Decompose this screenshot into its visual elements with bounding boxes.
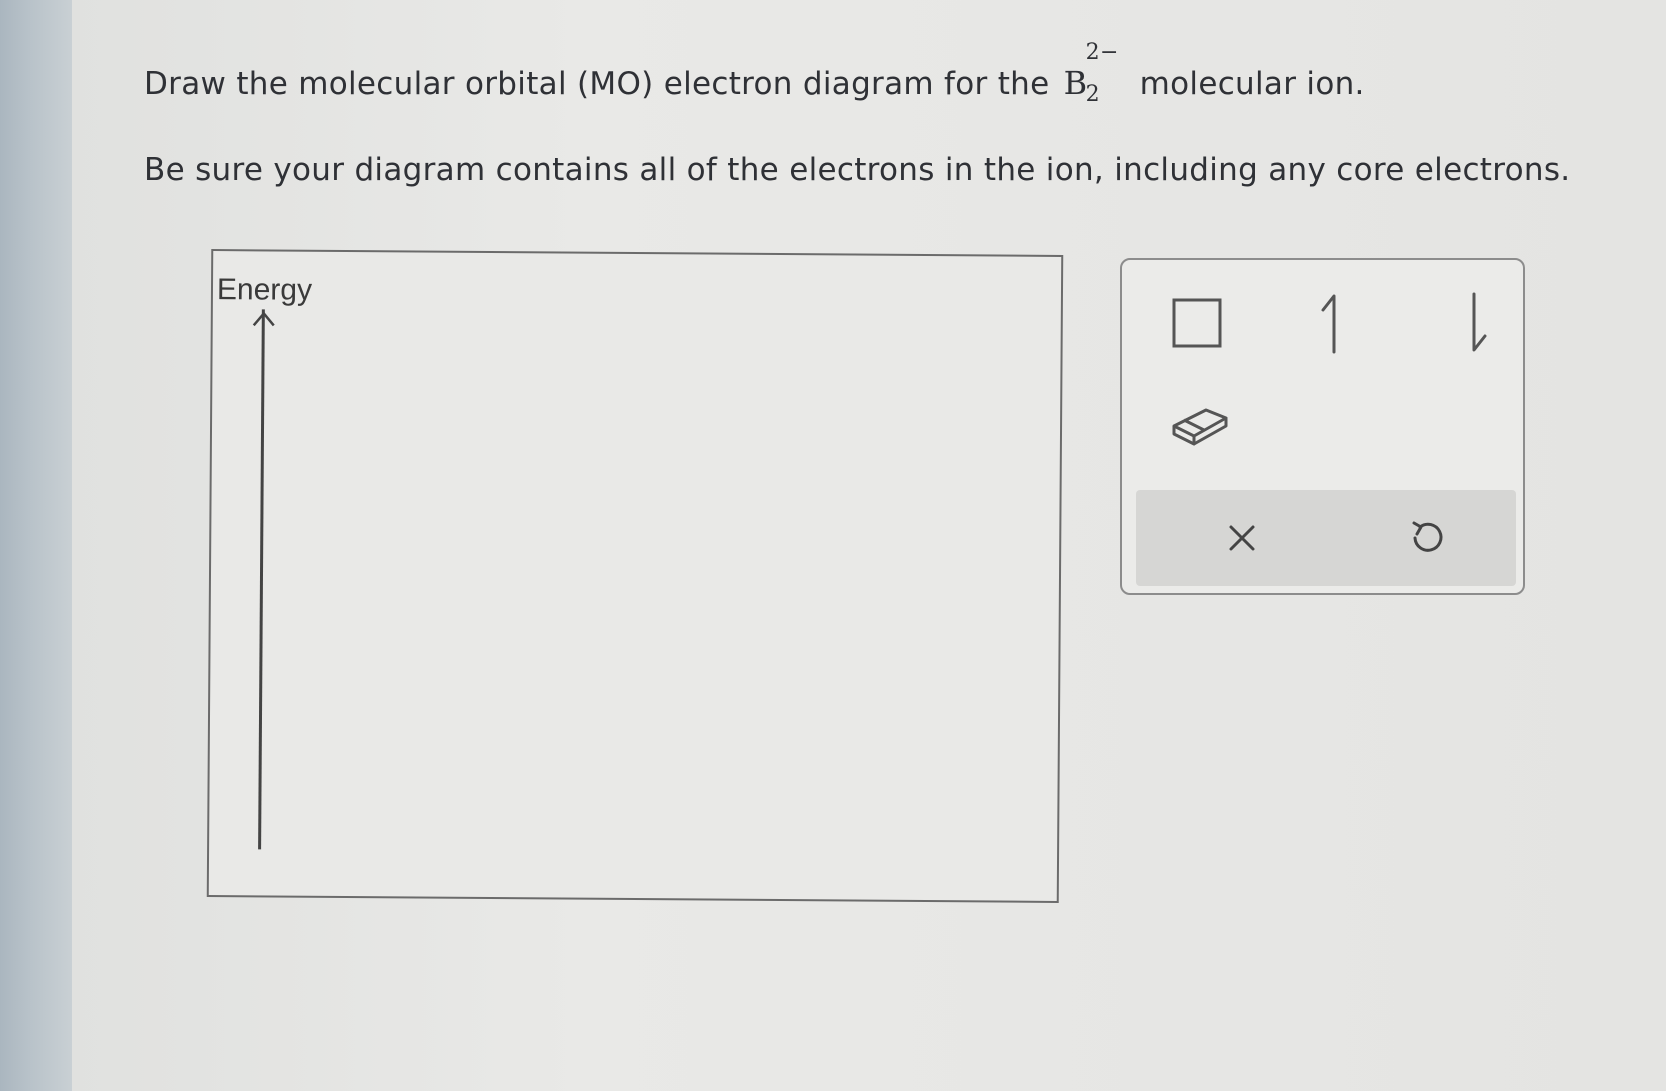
energy-axis: [258, 309, 265, 850]
energy-axis-label: Energy: [216, 273, 313, 307]
prompt-text-after: molecular ion.: [1139, 66, 1365, 102]
spin-up-electron-tool[interactable]: [1307, 288, 1357, 358]
left-edge: [0, 0, 72, 1091]
page: Draw the molecular orbital (MO) electron…: [0, 0, 1666, 1091]
prompt-text-before: Draw the molecular orbital (MO) electron…: [144, 66, 1050, 102]
eraser-icon: [1172, 408, 1228, 446]
action-bar: [1136, 490, 1516, 586]
formula-subscript: 2: [1085, 82, 1100, 107]
mo-diagram-canvas[interactable]: Energy: [206, 249, 1064, 903]
orbital-box-tool[interactable]: [1170, 296, 1224, 350]
undo-button[interactable]: [1400, 512, 1452, 564]
half-arrow-up-icon: [1321, 294, 1336, 354]
formula-base: B: [1063, 64, 1088, 102]
ion-formula: B 2− 2: [1063, 40, 1124, 107]
clear-button[interactable]: [1216, 512, 1268, 564]
drawing-toolbox: [1120, 258, 1525, 595]
x-icon: [1229, 525, 1255, 551]
eraser-tool[interactable]: [1166, 400, 1232, 450]
formula-charge: 2−: [1085, 40, 1119, 65]
question-instructions: Be sure your diagram contains all of the…: [144, 152, 1571, 188]
square-outline-icon: [1172, 298, 1222, 348]
half-arrow-down-icon: [1472, 292, 1487, 352]
question-prompt: Draw the molecular orbital (MO) electron…: [144, 40, 1365, 107]
spin-down-electron-tool[interactable]: [1452, 288, 1502, 358]
undo-icon: [1412, 521, 1443, 552]
